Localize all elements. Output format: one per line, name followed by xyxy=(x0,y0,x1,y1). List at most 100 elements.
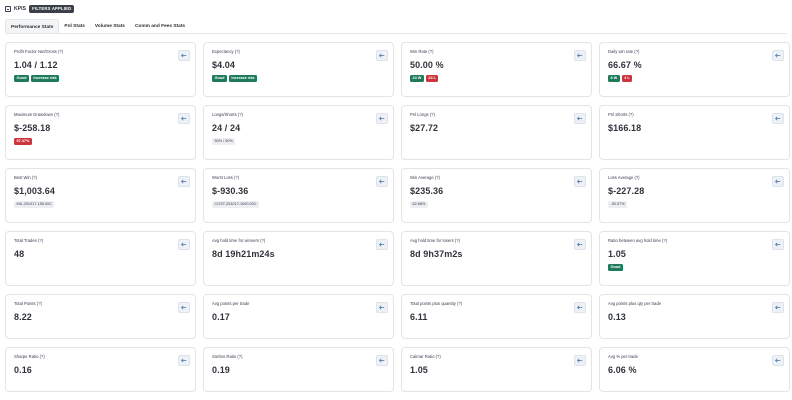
tab-comm-fees-stats[interactable]: Comm and Fees Stats xyxy=(130,19,190,34)
kpi-card-badges: 24 W 24 L xyxy=(410,75,583,82)
status-badge: 8 W xyxy=(608,75,620,82)
status-badge: 97.47% xyxy=(14,138,32,145)
kpi-card-title: Total points plus quantity (?) xyxy=(410,301,463,306)
kpi-card: Loss Average (?) $-227.28 -50.57% xyxy=(599,168,790,223)
kpi-card-value: $4.04 xyxy=(212,60,236,70)
kpi-card-title: Win Average (?) xyxy=(410,175,440,180)
kpi-card-badges: -50.57% xyxy=(608,201,781,208)
chart-expand-button[interactable] xyxy=(772,355,784,366)
status-badge: 24 L xyxy=(425,75,439,82)
tab-pnl-stats[interactable]: Pnl Stats xyxy=(59,19,90,34)
kpi-card-value: 6.11 xyxy=(410,312,428,322)
kpi-card-value: 0.19 xyxy=(212,365,230,375)
chart-expand-button[interactable] xyxy=(178,302,190,313)
trend-arrow-icon xyxy=(379,116,385,121)
kpi-card: Calmar Ratio (?) 1.05 xyxy=(401,347,592,392)
kpi-card-value: 1.05 xyxy=(608,249,626,259)
kpi-card-badges: 62.68% xyxy=(410,201,583,208)
trend-arrow-icon xyxy=(181,242,187,247)
kpi-card-title: Profit Factor Net/Gross (?) xyxy=(14,49,64,54)
kpi-card: Sortino Ratio (?) 0.19 xyxy=(203,347,394,392)
kpi-card-value: $-930.36 xyxy=(212,186,249,196)
chart-expand-button[interactable] xyxy=(376,355,388,366)
kpis-header: KPIS FILTERS APPLIED xyxy=(5,4,75,13)
kpi-card: Avg hold time for winners (?) 8d 19h21m24… xyxy=(203,231,394,286)
trend-arrow-icon xyxy=(379,305,385,310)
chart-expand-button[interactable] xyxy=(376,50,388,61)
kpi-card-title: Ratio between avg hold time (?) xyxy=(608,238,668,243)
kpi-card-badges: 8 W4 L xyxy=(608,75,781,82)
chart-expand-button[interactable] xyxy=(772,176,784,187)
kpi-card-title: Avg hold time for losers (?) xyxy=(410,238,460,243)
kpi-card: Avg hold time for losers (?) 8d 9h37m2s xyxy=(401,231,592,286)
chart-expand-button[interactable] xyxy=(772,50,784,61)
status-badge: Good xyxy=(608,264,623,271)
kpi-card: Avg points per trade 0.17 xyxy=(203,294,394,339)
trend-arrow-icon xyxy=(379,242,385,247)
kpi-card-badges: MU-251017-155.00C xyxy=(14,201,187,208)
status-badge: 50% / 50% xyxy=(212,138,236,145)
chart-expand-button[interactable] xyxy=(772,113,784,124)
kpi-card-value: $1,003.64 xyxy=(14,186,55,196)
chart-expand-button[interactable] xyxy=(178,113,190,124)
kpi-card-title: Daily win rate (?) xyxy=(608,49,640,54)
kpi-card: Avg % per trade 6.06 % xyxy=(599,347,790,392)
kpi-card: Win Average (?) $235.36 62.68% xyxy=(401,168,592,223)
kpi-card-value: 0.17 xyxy=(212,312,230,322)
chart-expand-button[interactable] xyxy=(574,239,586,250)
kpi-card-value: 8d 19h21m24s xyxy=(212,249,275,259)
stats-tabs: Performance Stats Pnl Stats Volume Stats Co… xyxy=(5,19,190,34)
trend-arrow-icon xyxy=(577,53,583,58)
trend-arrow-icon xyxy=(577,242,583,247)
chart-expand-button[interactable] xyxy=(178,239,190,250)
trend-arrow-icon xyxy=(577,116,583,121)
tab-performance-stats[interactable]: Performance Stats xyxy=(5,19,60,34)
kpi-card-title: Sortino Ratio (?) xyxy=(212,354,243,359)
tab-volume-stats[interactable]: Volume Stats xyxy=(90,19,130,34)
chart-expand-button[interactable] xyxy=(574,302,586,313)
tabs-divider xyxy=(5,33,787,34)
kpi-card: Expectancy (?) $4.04 Good Increase risk xyxy=(203,42,394,97)
trend-arrow-icon xyxy=(775,116,781,121)
status-badge: Increase risk xyxy=(30,75,60,82)
status-badge: 62.68% xyxy=(410,201,428,208)
kpi-card-title: Total Points (?) xyxy=(14,301,42,306)
kpi-card-badges: COST-251017-1000.00C xyxy=(212,201,385,208)
kpi-card-title: Best Win (?) xyxy=(14,175,38,180)
trend-arrow-icon xyxy=(775,179,781,184)
chart-expand-button[interactable] xyxy=(178,355,190,366)
trend-arrow-icon xyxy=(775,358,781,363)
chart-expand-button[interactable] xyxy=(178,50,190,61)
kpi-card-title: Total Trades (?) xyxy=(14,238,44,243)
chart-expand-button[interactable] xyxy=(574,355,586,366)
kpi-card-value: 6.06 % xyxy=(608,365,637,375)
kpi-list-icon xyxy=(5,5,11,12)
kpi-card-value: 8d 9h37m2s xyxy=(410,249,463,259)
chart-expand-button[interactable] xyxy=(376,239,388,250)
chart-expand-button[interactable] xyxy=(376,302,388,313)
kpi-card-title: Sharpe Ratio (?) xyxy=(14,354,45,359)
kpi-card-badges: 97.47% xyxy=(14,138,187,145)
trend-arrow-icon xyxy=(181,179,187,184)
trend-arrow-icon xyxy=(181,358,187,363)
chart-expand-button[interactable] xyxy=(574,113,586,124)
kpi-card-title: Worst Loss (?) xyxy=(212,175,240,180)
chart-expand-button[interactable] xyxy=(574,50,586,61)
chart-expand-button[interactable] xyxy=(772,239,784,250)
trend-arrow-icon xyxy=(181,53,187,58)
kpi-card-value: 66.67 % xyxy=(608,60,642,70)
kpi-card-title: Maximum Drawdown (?) xyxy=(14,112,60,117)
kpi-card-title: Longs/Shorts (?) xyxy=(212,112,243,117)
chart-expand-button[interactable] xyxy=(178,176,190,187)
trend-arrow-icon xyxy=(577,358,583,363)
trend-arrow-icon xyxy=(775,305,781,310)
kpi-card-title: Expectancy (?) xyxy=(212,49,240,54)
chart-expand-button[interactable] xyxy=(574,176,586,187)
chart-expand-button[interactable] xyxy=(376,113,388,124)
chart-expand-button[interactable] xyxy=(772,302,784,313)
trend-arrow-icon xyxy=(775,53,781,58)
chart-expand-button[interactable] xyxy=(376,176,388,187)
kpi-card: Pnl Shorts (?) $166.18 xyxy=(599,105,790,160)
status-badge: -50.57% xyxy=(608,201,628,208)
kpi-card-title: Calmar Ratio (?) xyxy=(410,354,441,359)
